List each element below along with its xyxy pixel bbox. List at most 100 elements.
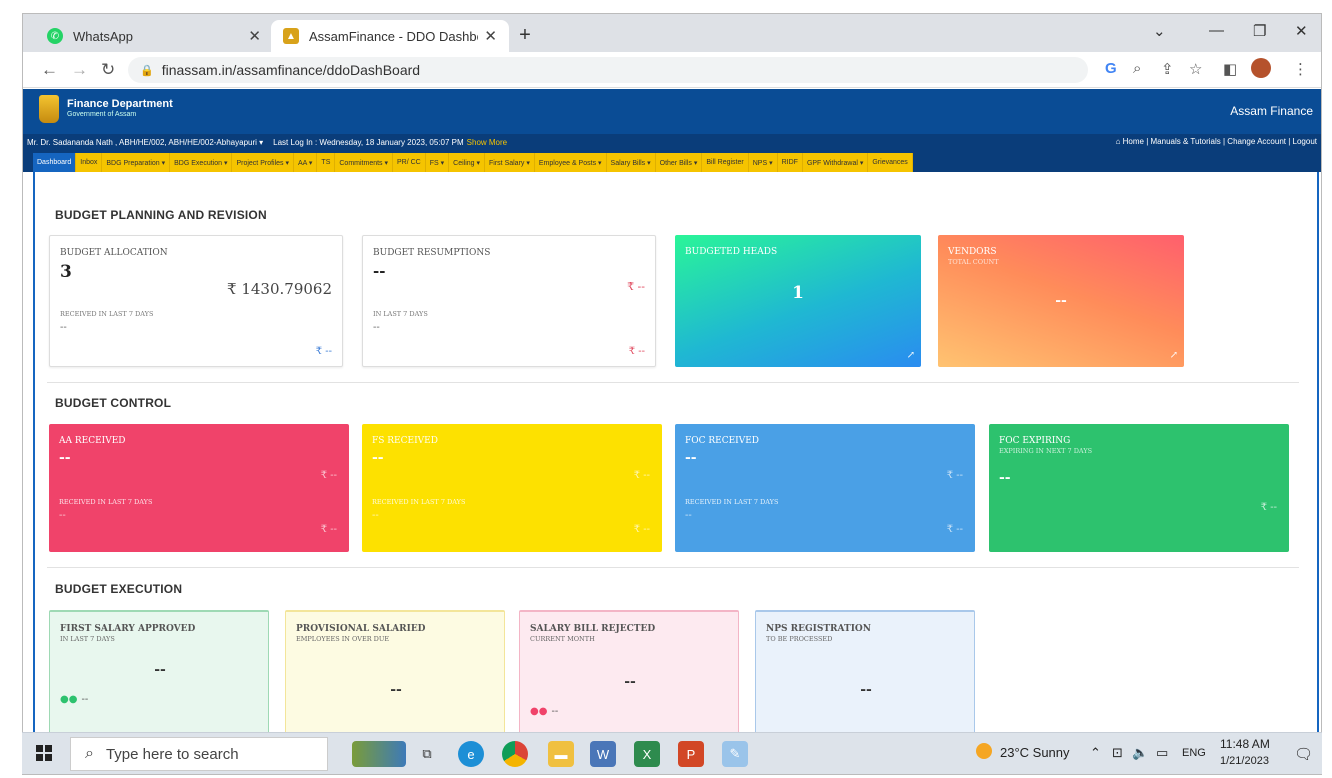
menu-item[interactable]: BDG Preparation ▾ [102, 153, 171, 172]
chrome-icon[interactable] [502, 741, 528, 767]
menu-item[interactable]: Salary Bills ▾ [606, 153, 656, 172]
control-card[interactable]: FOC EXPIRING EXPIRING IN NEXT 7 DAYS -- ₹ -… [989, 424, 1289, 552]
windows-start-icon[interactable] [36, 745, 52, 761]
dept-title: Finance Department [67, 98, 173, 110]
show-more-link[interactable]: Show More [467, 138, 507, 147]
budget-resumptions-card[interactable]: BUDGET RESUMPTIONS -- ₹ -- IN LAST 7 DAY… [362, 235, 656, 367]
close-tab-icon[interactable]: ✕ [248, 27, 261, 45]
tab-assamfinance[interactable]: ▲ AssamFinance - DDO Dashboard ✕ [271, 20, 509, 52]
menu-item[interactable]: BDG Execution ▾ [170, 153, 233, 172]
control-card[interactable]: FS RECEIVED -- ₹ -- RECEIVED IN LAST 7 DAYS… [362, 424, 662, 552]
recent-value: -- [685, 510, 692, 521]
share-icon[interactable]: ⇪ [1161, 60, 1174, 78]
restore-icon[interactable]: ❐ [1253, 22, 1266, 40]
control-card[interactable]: FOC RECEIVED -- ₹ -- RECEIVED IN LAST 7 DAY… [675, 424, 975, 552]
execution-card[interactable]: PROVISIONAL SALARIED EMPLOYEES IN OVER DU… [285, 610, 505, 740]
paint-icon[interactable]: ✎ [722, 741, 748, 767]
card-value: -- [860, 682, 872, 698]
user-dropdown[interactable]: Mr. Dr. Sadananda Nath , ABH/HE/002, ABH… [27, 138, 263, 147]
language-indicator[interactable]: ENG [1182, 747, 1206, 759]
menu-item[interactable]: AA ▾ [294, 153, 318, 172]
menu-item[interactable]: Ceiling ▾ [449, 153, 486, 172]
card-value: -- [154, 662, 166, 678]
tab-title: WhatsApp [73, 28, 133, 44]
recent-amount: ₹ -- [628, 346, 645, 357]
recent-label: IN LAST 7 DAYS [373, 310, 428, 318]
profile-avatar-icon[interactable] [1251, 58, 1271, 78]
network-icon[interactable]: ⊡ [1112, 745, 1123, 761]
volume-icon[interactable]: 🔈 [1132, 745, 1148, 761]
control-card[interactable]: AA RECEIVED -- ₹ -- RECEIVED IN LAST 7 DAYS… [49, 424, 349, 552]
menu-item[interactable]: TS [317, 153, 336, 172]
lock-icon: 🔒 [140, 64, 154, 77]
external-link-icon[interactable]: ↗ [907, 350, 915, 361]
notifications-icon[interactable]: 🗨 [1294, 745, 1313, 763]
file-explorer-icon[interactable]: ▬ [548, 741, 574, 767]
google-icon[interactable]: G [1105, 60, 1117, 77]
news-widget-icon[interactable] [352, 741, 406, 767]
clock-date[interactable]: 1/21/2023 [1220, 755, 1269, 767]
tab-whatsapp[interactable]: ✆ WhatsApp ✕ [35, 20, 273, 52]
card-value: -- [390, 682, 402, 698]
edge-icon[interactable]: e [458, 741, 484, 767]
new-tab-button[interactable]: + [513, 24, 537, 47]
close-window-icon[interactable]: ✕ [1295, 22, 1308, 40]
weather-text[interactable]: 23°C Sunny [1000, 745, 1070, 760]
users-icon: ●● [60, 694, 78, 705]
execution-card[interactable]: SALARY BILL REJECTED CURRENT MONTH -- ●● -- [519, 610, 739, 740]
recent-label: RECEIVED IN LAST 7 DAYS [59, 498, 153, 506]
zoom-icon[interactable]: ⌕ [1133, 60, 1141, 77]
close-tab-icon[interactable]: ✕ [484, 27, 497, 45]
monitor-icon[interactable]: ▭ [1156, 745, 1168, 761]
recent-amount: ₹ -- [320, 524, 337, 535]
menu-item[interactable]: Project Profiles ▾ [232, 153, 294, 172]
tray-chevron-icon[interactable]: ⌃ [1090, 745, 1101, 761]
menu-item[interactable]: Dashboard [33, 153, 77, 172]
menu-item[interactable]: NPS ▾ [748, 153, 778, 172]
sidepanel-icon[interactable]: ◧ [1223, 60, 1237, 78]
allocation-amount: ₹ 1430.79062 [227, 280, 332, 298]
vendors-value: -- [1055, 293, 1067, 309]
url-field[interactable]: 🔒 finassam.in/assamfinance/ddoDashBoard [128, 57, 1088, 83]
menu-item[interactable]: Inbox [76, 153, 103, 172]
menu-item[interactable]: Bill Register [702, 153, 749, 172]
external-link-icon[interactable]: ↗ [1170, 350, 1178, 361]
menu-item[interactable]: First Salary ▾ [485, 153, 535, 172]
task-view-icon[interactable]: ⧉ [414, 741, 440, 767]
menu-item[interactable]: FS ▾ [425, 153, 450, 172]
word-icon[interactable]: W [590, 741, 616, 767]
vendors-card[interactable]: VENDORS TOTAL COUNT -- ↗ [938, 235, 1184, 367]
budgeted-heads-card[interactable]: BUDGETED HEADS 1 ↗ [675, 235, 921, 367]
reload-icon[interactable]: ↻ [101, 60, 115, 80]
app-header: Finance Department Government of Assam A… [23, 89, 1321, 134]
assam-emblem-icon [39, 95, 59, 123]
card-value: -- [999, 470, 1011, 486]
menu-item[interactable]: PR/ CC [393, 153, 426, 172]
excel-icon[interactable]: X [634, 741, 660, 767]
taskbar-search[interactable]: ⌕ Type here to search [70, 737, 328, 771]
menu-item[interactable]: Commitments ▾ [335, 153, 394, 172]
budget-allocation-card[interactable]: BUDGET ALLOCATION 3 ₹ 1430.79062 RECEIVE… [49, 235, 343, 367]
heads-value: 1 [792, 283, 804, 303]
back-icon[interactable]: ← [41, 60, 58, 80]
clock-time[interactable]: 11:48 AM [1220, 737, 1270, 751]
menu-item[interactable]: RIDF [777, 153, 803, 172]
execution-card[interactable]: NPS REGISTRATION TO BE PROCESSED -- [755, 610, 975, 740]
menu-kebab-icon[interactable]: ⋮ [1293, 60, 1308, 78]
header-links[interactable]: ⌂ Home | Manuals & Tutorials | Change Ac… [1116, 137, 1317, 146]
menu-item[interactable]: GPF Withdrawal ▾ [802, 153, 869, 172]
card-label: FOC EXPIRING [999, 436, 1071, 446]
tab-search-icon[interactable]: ⌄ [1153, 22, 1166, 40]
execution-card[interactable]: FIRST SALARY APPROVED IN LAST 7 DAYS -- ●● -… [49, 610, 269, 740]
menu-item[interactable]: Grievances [868, 153, 913, 172]
menu-item[interactable]: Other Bills ▾ [655, 153, 703, 172]
card-value: -- [624, 674, 636, 690]
recent-value: -- [373, 322, 380, 333]
minimize-icon[interactable]: — [1209, 22, 1224, 39]
weather-icon[interactable] [976, 743, 992, 759]
menu-item[interactable]: Employee & Posts ▾ [534, 153, 607, 172]
forward-icon[interactable]: → [71, 60, 88, 80]
recent-label: RECEIVED IN LAST 7 DAYS [685, 498, 779, 506]
powerpoint-icon[interactable]: P [678, 741, 704, 767]
bookmark-star-icon[interactable]: ☆ [1189, 60, 1202, 78]
